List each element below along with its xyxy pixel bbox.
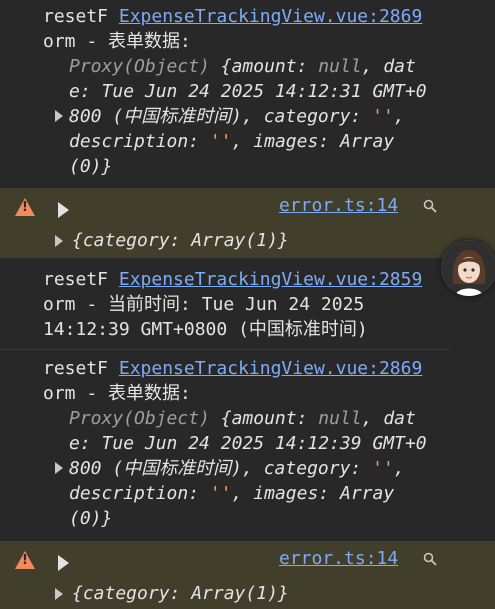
warning2-detail-arrow-icon[interactable]: [55, 588, 63, 600]
log3-obj-line3[interactable]: 800 (中国标准时间), category: '',: [69, 457, 405, 481]
log1-obj-line2: e: Tue Jun 24 2025 14:12:31 GMT+0: [69, 81, 427, 102]
log-divider: [0, 349, 450, 350]
log1-source-link[interactable]: ExpenseTrackingView.vue:2869: [119, 6, 422, 27]
log1-obj-line4: description: '', images: Array: [69, 131, 395, 152]
avatar-illustration: [442, 241, 495, 296]
log3-obj-line2: e: Tue Jun 24 2025 14:12:39 GMT+0: [69, 433, 427, 454]
warning2-detail[interactable]: {category: Array(1)}: [72, 582, 289, 606]
log1-line1: resetF ExpenseTrackingView.vue:2869: [43, 5, 422, 29]
search-icon[interactable]: [423, 199, 437, 213]
log3-prefix: resetF: [43, 358, 109, 379]
log3-obj-line5: (0)}: [69, 508, 113, 529]
warning-message-1: ! error.ts:14 {category: Array(1)}: [0, 188, 495, 258]
log3-line2: orm - 表单数据:: [43, 383, 191, 404]
log3-source-link[interactable]: ExpenseTrackingView.vue:2869: [119, 358, 422, 379]
warning-icon: !: [15, 198, 35, 216]
log1-line2: orm - 表单数据:: [43, 31, 191, 52]
log1-obj-line1: Proxy(Object) {amount: null, dat: [69, 56, 416, 77]
log3-obj-line4: description: '', images: Array: [69, 483, 395, 504]
log2-line1: resetF ExpenseTrackingView.vue:2859: [43, 268, 422, 292]
log2-line2: orm - 当前时间: Tue Jun 24 2025: [43, 294, 365, 315]
log3-obj-line1: Proxy(Object) {amount: null, dat: [69, 408, 416, 429]
warning1-detail-arrow-icon[interactable]: [55, 235, 63, 247]
log2-prefix: resetF: [43, 269, 109, 290]
expand-arrow-icon[interactable]: [58, 555, 69, 571]
warning2-file-link[interactable]: error.ts:14: [279, 547, 398, 571]
warning1-file-link[interactable]: error.ts:14: [279, 194, 398, 218]
search-icon[interactable]: [423, 552, 437, 566]
log2-line3: 14:12:39 GMT+0800 (中国标准时间): [43, 319, 368, 340]
log3-line1: resetF ExpenseTrackingView.vue:2869: [43, 357, 422, 381]
warning-icon: !: [15, 551, 35, 569]
log1-obj-line5: (0)}: [69, 156, 113, 177]
log1-obj-line3[interactable]: 800 (中国标准时间), category: '',: [69, 105, 405, 129]
expand-arrow-icon[interactable]: [58, 202, 69, 218]
log1-prefix: resetF: [43, 6, 109, 27]
avatar-icon[interactable]: [441, 240, 495, 296]
log2-source-link[interactable]: ExpenseTrackingView.vue:2859: [119, 269, 422, 290]
log3-expand-arrow-icon[interactable]: [55, 462, 63, 474]
log1-expand-arrow-icon[interactable]: [55, 110, 63, 122]
warning-message-2: ! error.ts:14 {category: Array(1)}: [0, 541, 495, 609]
warning1-detail[interactable]: {category: Array(1)}: [72, 229, 289, 253]
